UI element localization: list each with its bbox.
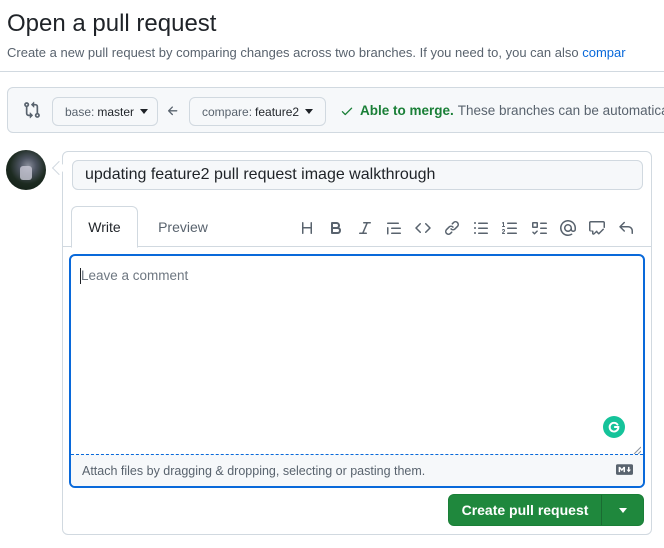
heading-icon[interactable] — [292, 218, 321, 238]
mention-icon[interactable] — [553, 218, 582, 238]
page-subtitle: Create a new pull request by comparing c… — [7, 45, 626, 60]
markdown-toolbar — [292, 218, 640, 238]
reference-icon[interactable] — [582, 218, 611, 238]
tab-preview[interactable]: Preview — [147, 206, 219, 248]
merge-status-detail: These branches can be automatica — [457, 103, 664, 118]
undo-icon[interactable] — [611, 218, 640, 238]
italic-icon[interactable] — [350, 218, 379, 238]
create-pull-request-button-group: Create pull request — [448, 494, 644, 526]
merge-status: Able to merge. These branches can be aut… — [340, 103, 664, 118]
file-attach-bar[interactable]: Attach files by dragging & dropping, sel… — [71, 454, 643, 486]
unordered-list-icon[interactable] — [466, 218, 495, 238]
subtitle-text: Create a new pull request by comparing c… — [7, 45, 583, 60]
ordered-list-icon[interactable] — [495, 218, 524, 238]
base-branch-name: master — [97, 104, 135, 119]
merge-status-label: Able to merge. — [360, 103, 454, 118]
avatar[interactable] — [6, 150, 46, 190]
create-pull-request-button[interactable]: Create pull request — [449, 495, 602, 525]
code-icon[interactable] — [408, 218, 437, 238]
quote-icon[interactable] — [379, 218, 408, 238]
resize-handle-icon[interactable] — [633, 446, 641, 454]
pr-title-input[interactable]: updating feature2 pull request image wal… — [72, 160, 643, 190]
task-list-icon[interactable] — [524, 218, 553, 238]
create-options-dropdown[interactable] — [602, 495, 643, 525]
grammarly-icon[interactable] — [603, 416, 625, 438]
compare-label: compare: — [202, 104, 253, 119]
git-compare-icon — [24, 101, 40, 119]
chevron-down-icon — [305, 109, 314, 114]
arrow-left-icon — [167, 106, 178, 116]
chevron-down-icon — [618, 507, 627, 513]
attach-files-text: Attach files by dragging & dropping, sel… — [82, 463, 426, 478]
branch-range-bar: base: master compare: feature2 Able to m… — [7, 87, 664, 133]
header-divider — [0, 71, 664, 72]
compare-branch-select[interactable]: compare: feature2 — [189, 97, 326, 126]
page-title: Open a pull request — [7, 10, 217, 37]
chevron-down-icon — [140, 109, 149, 114]
comment-textarea[interactable]: Leave a comment Attach files by dragging… — [69, 254, 645, 488]
base-branch-select[interactable]: base: master — [52, 97, 158, 126]
link-icon[interactable] — [437, 218, 466, 238]
check-icon — [341, 107, 353, 115]
compare-branch-name: feature2 — [255, 104, 300, 119]
comment-placeholder: Leave a comment — [81, 268, 189, 283]
compare-across-forks-link[interactable]: compar — [582, 45, 625, 60]
tab-write[interactable]: Write — [71, 206, 138, 248]
base-label: base: — [65, 104, 95, 119]
markdown-icon[interactable] — [616, 464, 633, 475]
bold-icon[interactable] — [321, 218, 350, 238]
